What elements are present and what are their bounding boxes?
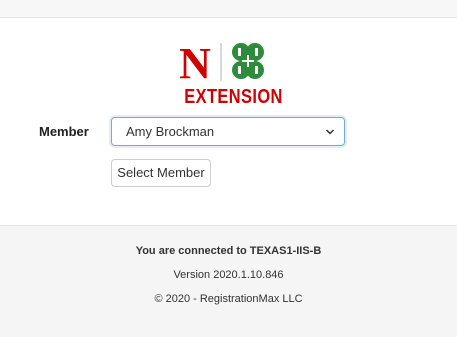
version-text: Version 2020.1.10.846 (173, 269, 284, 281)
copyright-text: © 2020 - RegistrationMax LLC (154, 293, 303, 305)
select-member-button[interactable]: Select Member (111, 159, 211, 187)
member-select-value: Amy Brockman (126, 124, 215, 139)
member-select[interactable]: Amy Brockman (111, 117, 345, 146)
svg-text:N: N (179, 41, 211, 83)
member-label: Member (39, 124, 89, 139)
extension-logo: N EXTENSION (176, 41, 283, 111)
connection-status: You are connected to TEXAS1-IIS-B (135, 245, 322, 257)
extension-logo-text: EXTENSION (184, 86, 283, 108)
top-bar (0, 0, 457, 18)
logo-separator (220, 43, 222, 81)
chevron-down-icon (325, 129, 335, 135)
four-h-clover-icon (232, 43, 264, 79)
footer: You are connected to TEXAS1-IIS-B Versio… (0, 225, 457, 337)
nebraska-n-logo-icon: N (176, 41, 214, 83)
